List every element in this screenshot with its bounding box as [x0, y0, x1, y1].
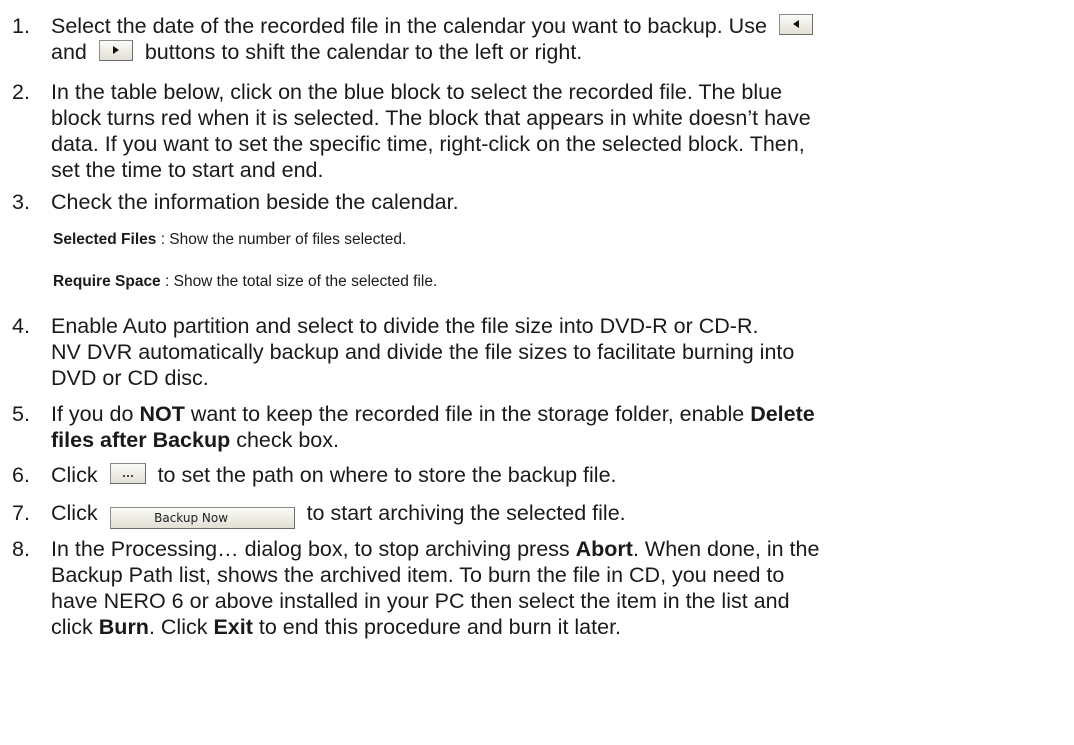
emphasis-exit: Exit [213, 615, 253, 639]
step-text-line: Backup Path list, shows the archived ite… [51, 563, 785, 587]
step-text: Check the information beside the calenda… [51, 190, 459, 214]
info-term: Selected Files [53, 231, 157, 248]
info-description: : Show the number of files selected. [156, 231, 407, 248]
step-text-line: set the time to start and end. [51, 158, 324, 182]
step-text-segment: click [51, 615, 99, 639]
triangle-left-icon [792, 20, 799, 28]
step-text: Select the date of the recorded file in … [51, 13, 1054, 65]
info-require-space: Require Space : Show the total size of t… [53, 272, 437, 292]
calendar-next-button[interactable] [98, 40, 133, 61]
ellipsis-icon [122, 475, 133, 477]
emphasis-burn: Burn [98, 615, 149, 639]
emphasis-abort: Abort [575, 537, 633, 561]
calendar-prev-button[interactable] [778, 14, 813, 35]
step-text-segment: Click [51, 463, 98, 487]
step-number: 1. [12, 14, 30, 38]
step-text-line: Enable Auto partition and select to divi… [51, 314, 759, 338]
step-number: 8. [12, 537, 30, 561]
step-text-segment: want to keep the recorded file in the st… [184, 402, 751, 426]
step-number: 2. [12, 80, 30, 104]
step-text-line: NV DVR automatically backup and divide t… [51, 340, 795, 364]
step-text: Click to set the path on where to store … [51, 462, 1054, 488]
step-text-segment: to start archiving the selected file. [306, 501, 626, 525]
step-text-line: have NERO 6 or above installed in your P… [51, 589, 790, 613]
step-number: 7. [12, 501, 30, 525]
step-text-segment: . Click [148, 615, 214, 639]
instruction-document: 1. Select the date of the recorded file … [0, 0, 1074, 745]
info-selected-files: Selected Files : Show the number of file… [53, 230, 406, 250]
step-text-line: data. If you want to set the specific ti… [51, 132, 805, 156]
step-number: 6. [12, 463, 30, 487]
step-text-segment: Click [51, 501, 98, 525]
emphasis-files-after-backup: files after Backup [51, 428, 231, 452]
step-text-segment: to end this procedure and burn it later. [252, 615, 622, 639]
step-text-line: and [51, 40, 87, 64]
step-number: 5. [12, 402, 30, 426]
step-text-line: buttons to shift the calendar to the lef… [144, 40, 583, 64]
step-text-line: Select the date of the recorded file in … [51, 14, 767, 38]
step-text: If you do NOT want to keep the recorded … [51, 401, 1054, 453]
info-description: : Show the total size of the selected fi… [160, 273, 438, 290]
step-number: 3. [12, 190, 30, 214]
step-text: Click Backup Now to start archiving the … [51, 500, 1054, 529]
triangle-right-icon [112, 46, 119, 54]
backup-now-button[interactable]: Backup Now [109, 507, 295, 529]
step-text-segment: to set the path on where to store the ba… [157, 463, 617, 487]
emphasis-delete: Delete [750, 402, 815, 426]
step-text: In the table below, click on the blue bl… [51, 79, 1054, 183]
emphasis-not: NOT [139, 402, 185, 426]
step-text-segment: If you do [51, 402, 140, 426]
step-text-segment: check box. [230, 428, 339, 452]
step-text: In the Processing… dialog box, to stop a… [51, 536, 1054, 640]
browse-path-button[interactable] [109, 463, 146, 484]
step-text: Enable Auto partition and select to divi… [51, 313, 1054, 391]
step-text-segment: In the Processing… dialog box, to stop a… [51, 537, 576, 561]
step-text-line: DVD or CD disc. [51, 366, 209, 390]
step-text-segment: . When done, in the [632, 537, 820, 561]
step-text-line: In the table below, click on the blue bl… [51, 80, 783, 104]
info-term: Require Space [53, 273, 161, 290]
step-number: 4. [12, 314, 30, 338]
step-text-line: block turns red when it is selected. The… [51, 106, 811, 130]
